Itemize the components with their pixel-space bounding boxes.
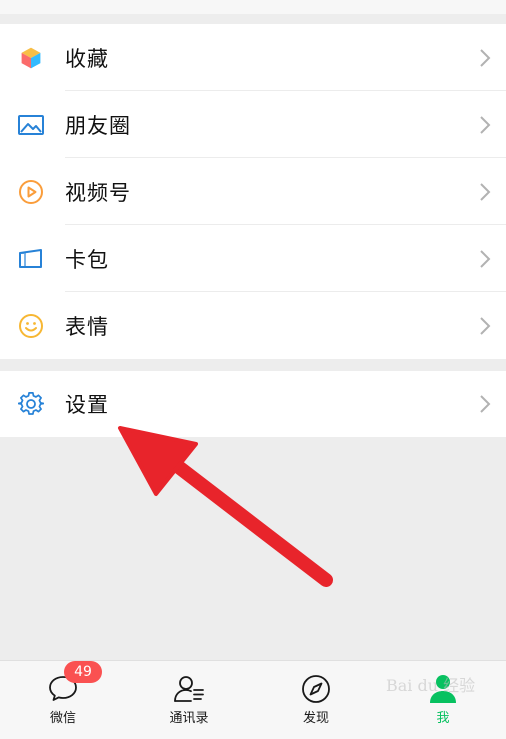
smile-icon <box>16 311 46 341</box>
menu-item-label: 表情 <box>65 314 109 339</box>
menu-item-label: 朋友圈 <box>65 113 131 138</box>
chevron-right-icon <box>480 249 491 268</box>
menu-item-label: 卡包 <box>65 247 109 272</box>
tab-discover[interactable]: 发现 <box>253 661 379 739</box>
chevron-right-icon <box>480 48 491 67</box>
contacts-icon <box>174 676 204 702</box>
card-icon <box>16 244 46 274</box>
gear-icon <box>16 389 46 419</box>
play-circle-icon <box>16 177 46 207</box>
menu-item-label: 设置 <box>65 393 109 417</box>
tab-contacts[interactable]: 通讯录 <box>126 661 252 739</box>
top-spacer <box>0 0 506 24</box>
menu-group-settings: 设置 <box>0 371 506 437</box>
tab-label: 发现 <box>302 711 329 726</box>
tab-chats[interactable]: 49 微信 <box>0 661 126 739</box>
menu-item-label: 视频号 <box>65 180 131 205</box>
menu-group-main: 收藏 朋友圈 视频号 卡包 表情 <box>0 24 506 359</box>
menu-item-channels[interactable]: 视频号 <box>0 158 506 225</box>
menu-item-cards[interactable]: 卡包 <box>0 225 506 292</box>
menu-item-stickers[interactable]: 表情 <box>0 292 506 359</box>
compass-icon <box>302 675 330 703</box>
chevron-right-icon <box>480 182 491 201</box>
menu-item-favorites[interactable]: 收藏 <box>0 24 506 91</box>
unread-badge: 49 <box>64 661 102 683</box>
cube-icon <box>16 43 46 73</box>
chevron-right-icon <box>480 115 491 134</box>
menu-item-settings[interactable]: 设置 <box>0 371 506 437</box>
chevron-right-icon <box>480 316 491 335</box>
menu-item-moments[interactable]: 朋友圈 <box>0 91 506 158</box>
image-icon <box>16 110 46 140</box>
tab-label: 微信 <box>49 711 76 726</box>
chevron-right-icon <box>480 395 491 413</box>
watermark: Bai du 经验 <box>386 676 476 695</box>
tab-label: 通讯录 <box>169 711 209 726</box>
menu-item-label: 收藏 <box>65 46 109 71</box>
tab-label: 我 <box>436 711 450 726</box>
